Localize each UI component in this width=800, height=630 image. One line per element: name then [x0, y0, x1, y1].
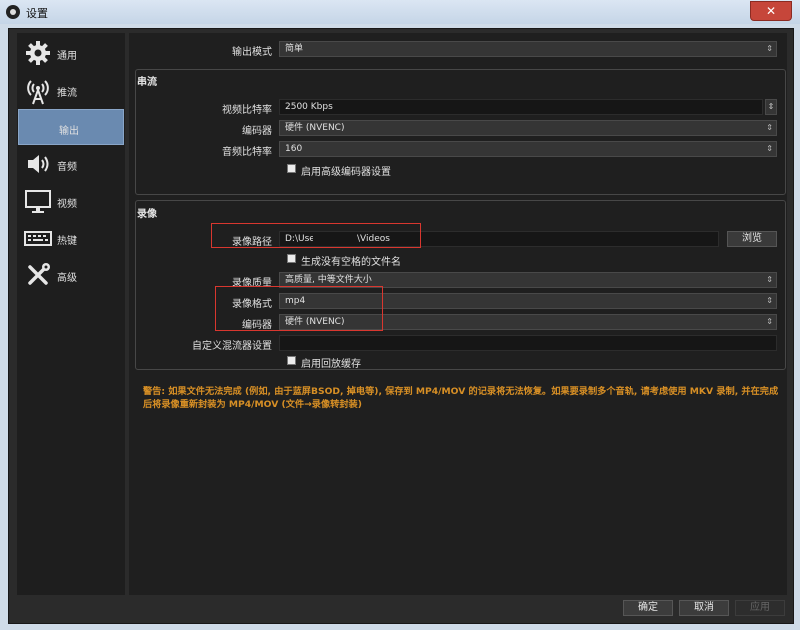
sidebar-item-label: 视频 [57, 199, 77, 210]
advanced-encoder-label: 启用高级编码器设置 [301, 167, 391, 178]
obs-app-icon [6, 5, 20, 19]
sidebar-item-label: 高级 [57, 273, 77, 284]
stream-encoder-value: 硬件 (NVENC) [285, 123, 345, 133]
updown-arrow-icon: ⇕ [766, 144, 773, 153]
highlight-format-encoder [215, 286, 383, 331]
no-space-filename-checkbox[interactable] [287, 254, 296, 263]
video-bitrate-label: 视频比特率 [222, 105, 272, 116]
sidebar-item-output[interactable]: 输出 [18, 109, 124, 145]
sidebar-item-audio[interactable]: 音频 [17, 146, 125, 182]
updown-arrow-icon: ⇕ [766, 275, 773, 284]
replay-buffer-label: 启用回放缓存 [301, 359, 361, 370]
settings-sidebar: 通用 推流 输出 音频 视频 热键 高级 [17, 33, 125, 595]
tools-icon [28, 263, 50, 285]
sidebar-item-label: 通用 [57, 51, 77, 62]
audio-bitrate-select[interactable]: 160 ⇕ [279, 141, 777, 157]
gear-icon [26, 41, 50, 65]
recording-group-title: 录像 [137, 209, 157, 220]
audio-bitrate-value: 160 [285, 144, 303, 154]
cancel-button[interactable]: 取消 [679, 600, 729, 616]
ok-button[interactable]: 确定 [623, 600, 673, 616]
sidebar-item-stream[interactable]: 推流 [17, 72, 125, 108]
sidebar-item-video[interactable]: 视频 [17, 183, 125, 219]
sidebar-item-advanced[interactable]: 高级 [17, 257, 125, 293]
updown-arrow-icon: ⇕ [766, 296, 773, 305]
streaming-group-title: 串流 [137, 77, 157, 88]
title-bar: 设置 ✕ [0, 0, 800, 24]
updown-arrow-icon: ⇕ [766, 317, 773, 326]
sidebar-item-general[interactable]: 通用 [17, 35, 125, 71]
sidebar-item-label: 输出 [59, 126, 79, 137]
monitor-icon [25, 190, 51, 213]
keyboard-icon [24, 231, 52, 246]
recording-quality-value: 高质量, 中等文件大小 [285, 275, 372, 285]
close-button[interactable]: ✕ [750, 1, 792, 21]
antenna-icon [27, 80, 49, 105]
stream-encoder-label: 编码器 [242, 126, 272, 137]
apply-button[interactable]: 应用 [735, 600, 785, 616]
muxer-settings-label: 自定义混流器设置 [192, 341, 272, 352]
updown-arrow-icon: ⇕ [766, 123, 773, 132]
stream-encoder-select[interactable]: 硬件 (NVENC) ⇕ [279, 120, 777, 136]
sidebar-item-label: 热键 [57, 236, 77, 247]
spinner-arrows-icon: ⇕ [767, 102, 775, 111]
muxer-settings-input[interactable] [279, 335, 777, 351]
sidebar-item-label: 音频 [57, 162, 77, 173]
video-bitrate-value: 2500 Kbps [285, 102, 333, 112]
browse-button[interactable]: 浏览 [727, 231, 777, 247]
sidebar-item-label: 推流 [57, 88, 77, 99]
video-bitrate-input[interactable]: 2500 Kbps [279, 99, 763, 115]
output-settings-panel: 输出模式 简单 ⇕ 串流 视频比特率 2500 Kbps ⇕ 编码器 硬件 (NV… [129, 33, 787, 595]
updown-arrow-icon: ⇕ [766, 44, 773, 53]
window-title: 设置 [26, 7, 48, 20]
audio-bitrate-label: 音频比特率 [222, 147, 272, 158]
warning-text: 警告: 如果文件无法完成 (例如, 由于蓝屏BSOD, 掉电等), 保存到 MP… [143, 386, 779, 410]
settings-window: 通用 推流 输出 音频 视频 热键 高级 输出模式 简单 ⇕ 串流 视频比特率 … [8, 28, 794, 624]
output-mode-select[interactable]: 简单 ⇕ [279, 41, 777, 57]
output-mode-value: 简单 [285, 44, 304, 54]
replay-buffer-checkbox[interactable] [287, 356, 296, 365]
no-space-filename-label: 生成没有空格的文件名 [301, 257, 401, 268]
advanced-encoder-checkbox[interactable] [287, 164, 296, 173]
output-mode-label: 输出模式 [232, 47, 272, 58]
speaker-icon [28, 155, 49, 173]
video-bitrate-spinner[interactable]: ⇕ [765, 99, 777, 115]
highlight-recording-path [211, 223, 421, 248]
sidebar-item-hotkeys[interactable]: 热键 [17, 220, 125, 256]
